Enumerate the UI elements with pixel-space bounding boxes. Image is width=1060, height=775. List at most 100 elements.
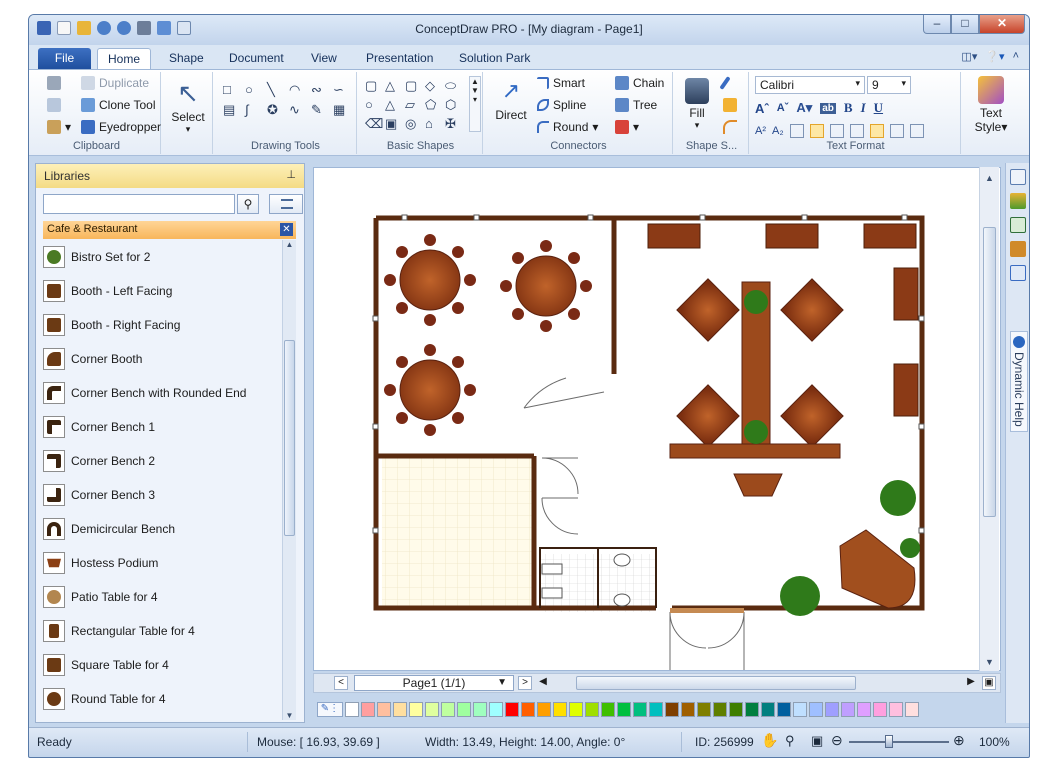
color-swatch[interactable] xyxy=(761,701,775,717)
square-shape-icon[interactable]: ▢ xyxy=(365,78,381,94)
color-swatch[interactable] xyxy=(489,701,503,717)
trapezoid-shape-icon[interactable]: △ xyxy=(385,78,401,94)
zoom-slider[interactable] xyxy=(849,741,949,743)
color-swatch[interactable] xyxy=(665,701,679,717)
pages-icon[interactable] xyxy=(1009,169,1026,185)
line-style-button[interactable] xyxy=(723,120,737,134)
italic-icon[interactable]: I xyxy=(861,100,866,116)
library-item[interactable]: Corner Bench 2 xyxy=(43,444,283,478)
direct-connector-button[interactable]: ↗ Direct xyxy=(489,76,533,122)
rounded-rect-shape-icon[interactable]: ▢ xyxy=(405,78,421,94)
properties-icon[interactable] xyxy=(1009,265,1026,281)
zoom-slider-knob[interactable] xyxy=(885,735,893,748)
bold-icon[interactable]: B xyxy=(844,100,853,116)
tab-document[interactable]: Document xyxy=(219,48,294,69)
library-item[interactable]: Corner Bench 1 xyxy=(43,410,283,444)
color-swatch[interactable] xyxy=(697,701,711,717)
color-swatch[interactable] xyxy=(713,701,727,717)
vertical-scroll-thumb[interactable] xyxy=(983,227,996,517)
font-color-icon[interactable]: A▾ xyxy=(796,100,812,116)
valign-top-icon[interactable] xyxy=(849,124,864,138)
frame-shape-icon[interactable]: ▣ xyxy=(385,116,401,132)
font-size-select[interactable]: 9 ▾ xyxy=(867,76,911,94)
pentagon-shape-icon[interactable]: ⬠ xyxy=(425,97,441,113)
library-item[interactable]: Hostess Podium xyxy=(43,546,283,580)
tab-presentation[interactable]: Presentation xyxy=(356,48,443,69)
house-shape-icon[interactable]: ⌂ xyxy=(425,116,441,132)
library-scroll-thumb[interactable] xyxy=(284,340,295,536)
color-swatch[interactable] xyxy=(425,701,439,717)
arc-tool-icon[interactable]: ◠ xyxy=(289,82,305,98)
color-swatch[interactable] xyxy=(553,701,567,717)
color-swatch[interactable] xyxy=(745,701,759,717)
library-item[interactable]: Patio Table for 4 xyxy=(43,580,283,614)
text-tool-icon[interactable]: ▤ xyxy=(223,102,239,118)
format-painter-icon[interactable] xyxy=(1009,241,1026,257)
align-right-icon[interactable] xyxy=(829,124,844,138)
page-select[interactable]: Page1 (1/1) ▼ xyxy=(354,675,514,691)
library-item[interactable]: Bistro Set for 2 xyxy=(43,240,283,274)
floor-plan-drawing[interactable] xyxy=(314,168,1001,671)
scroll-right-icon[interactable]: ▶ xyxy=(964,676,978,690)
close-library-icon[interactable]: ✕ xyxy=(280,223,293,236)
search-icon[interactable]: ⚲ xyxy=(237,194,259,214)
fill-button[interactable]: Fill ▾ xyxy=(679,78,715,131)
ribbon-collapse-icon[interactable]: ˄ xyxy=(1013,50,1019,63)
ellipse-tool-icon[interactable]: ○ xyxy=(245,82,261,98)
library-scrollbar[interactable]: ▲ ▼ xyxy=(282,240,296,720)
scroll-up-icon[interactable]: ▲ xyxy=(980,173,999,183)
rectangle-tool-icon[interactable]: □ xyxy=(223,82,239,98)
window-layout-icon[interactable]: ◫▾ xyxy=(961,50,977,63)
color-swatch[interactable] xyxy=(505,701,519,717)
fit-window-icon[interactable]: ▣ xyxy=(811,733,823,749)
shrink-font-icon[interactable]: Aˇ xyxy=(777,102,789,114)
prev-page-icon[interactable]: < xyxy=(334,676,348,690)
scroll-down-icon[interactable]: ▼ xyxy=(980,657,999,667)
tab-home[interactable]: Home xyxy=(97,48,152,69)
color-swatch[interactable] xyxy=(777,701,791,717)
color-swatch[interactable] xyxy=(793,701,807,717)
paste-button[interactable]: ▾ xyxy=(47,120,71,134)
tab-view[interactable]: View xyxy=(301,48,347,69)
subscript-icon[interactable]: A₂ xyxy=(772,125,784,137)
zoom-in-icon[interactable]: ⊕ xyxy=(953,732,965,749)
zoom-tool-icon[interactable]: ⚲ xyxy=(785,733,795,749)
highlight-icon[interactable]: ab xyxy=(820,102,836,114)
fit-page-icon[interactable]: ▣ xyxy=(982,676,996,690)
color-swatch[interactable] xyxy=(857,701,871,717)
color-swatch[interactable] xyxy=(441,701,455,717)
chain-connector-button[interactable]: Chain xyxy=(615,76,664,90)
duplicate-button[interactable]: Duplicate xyxy=(81,76,149,90)
library-section-header[interactable]: Cafe & Restaurant ✕ xyxy=(43,221,296,239)
cut-button[interactable] xyxy=(47,76,61,90)
color-swatch[interactable] xyxy=(393,701,407,717)
library-item[interactable]: Corner Booth xyxy=(43,342,283,376)
align-left-icon[interactable] xyxy=(789,124,804,138)
color-swatch[interactable] xyxy=(873,701,887,717)
cross-shape-icon[interactable]: ✠ xyxy=(445,116,461,132)
color-swatch[interactable] xyxy=(841,701,855,717)
parallelogram-shape-icon[interactable]: ▱ xyxy=(405,97,421,113)
layers-icon[interactable] xyxy=(1009,193,1026,209)
color-swatch[interactable] xyxy=(649,701,663,717)
font-family-select[interactable]: Calibri ▾ xyxy=(755,76,865,94)
select-button[interactable]: ↖ Select ▾ xyxy=(169,78,207,135)
color-swatch[interactable] xyxy=(409,701,423,717)
library-item[interactable]: Booth - Right Facing xyxy=(43,308,283,342)
bezier-tool-icon[interactable]: ∫ xyxy=(245,102,261,118)
cylinder-shape-icon[interactable]: ⌫ xyxy=(365,116,383,132)
library-item[interactable]: Corner Bench 3 xyxy=(43,478,283,512)
copy-button[interactable] xyxy=(47,98,61,112)
spline-connector-button[interactable]: Spline xyxy=(537,98,586,112)
color-swatch[interactable] xyxy=(825,701,839,717)
palette-options-icon[interactable]: ✎⋮ xyxy=(317,701,343,717)
library-item[interactable]: Booth - Left Facing xyxy=(43,274,283,308)
library-item[interactable]: Demicircular Bench xyxy=(43,512,283,546)
horizontal-scroll-thumb[interactable] xyxy=(576,676,856,690)
color-swatch[interactable] xyxy=(537,701,551,717)
freehand-tool-icon[interactable]: ✪ xyxy=(267,102,283,118)
text-direction-icon[interactable] xyxy=(909,124,924,138)
color-swatch[interactable] xyxy=(345,701,359,717)
tab-shape[interactable]: Shape xyxy=(159,48,214,69)
color-swatch[interactable] xyxy=(569,701,583,717)
